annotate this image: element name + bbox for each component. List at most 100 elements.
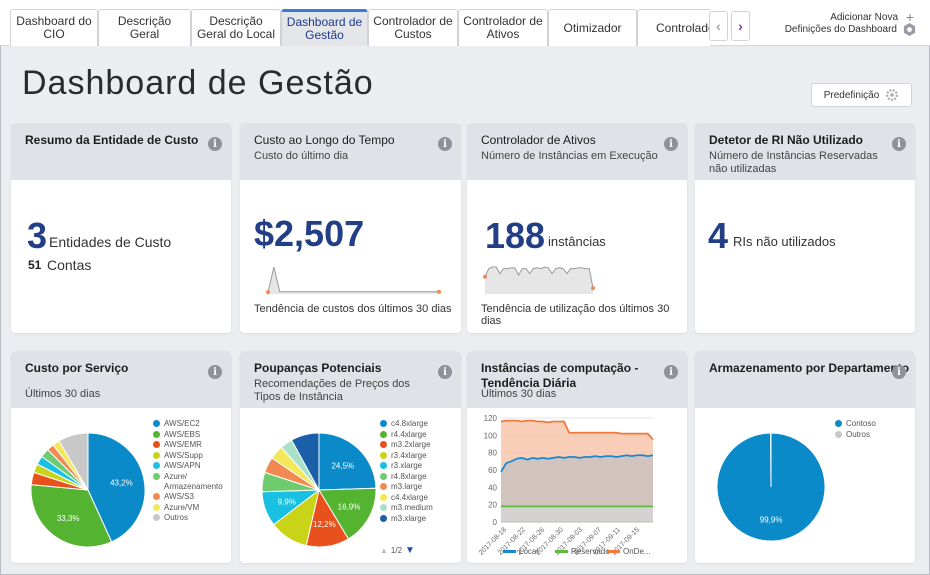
legend-item[interactable]: Contoso [835, 419, 905, 429]
pie-slice-label: 9,9% [278, 497, 296, 506]
settings-cog-icon [886, 89, 899, 101]
legend-swatch [153, 493, 160, 500]
legend-item[interactable]: m3.xlarge [380, 514, 456, 524]
legend-swatch [380, 472, 387, 480]
info-icon[interactable]: i [664, 137, 678, 151]
info-icon[interactable]: i [208, 365, 222, 379]
legend-item[interactable]: r4.8xlarge [380, 472, 456, 482]
unused-ri-count: 4 [708, 215, 729, 256]
tab-label: Dashboard de Gestão [286, 15, 363, 42]
sparkline-area [268, 267, 439, 294]
y-tick-label: 100 [484, 431, 498, 440]
legend-item[interactable]: m3.large [380, 482, 456, 492]
info-icon[interactable]: i [892, 365, 906, 379]
legend-item[interactable]: AWS/Supp [153, 451, 229, 461]
legend-item[interactable]: AWS/EBS [153, 430, 229, 440]
preset-button[interactable]: Predefinição [811, 83, 912, 107]
card-title: Armazenamento por Departamento [709, 361, 910, 375]
tab-scroll-right-button[interactable]: › [731, 11, 750, 41]
unused-ri-label: RIs não utilizados [733, 234, 836, 249]
legend-label: AWS/EMR [164, 440, 202, 449]
tab-management-dashboard[interactable]: Dashboard de Gestão [281, 9, 368, 46]
legend-label: m3.medium [391, 503, 433, 512]
legend-swatch [153, 451, 160, 459]
y-tick-label: 60 [488, 466, 497, 475]
tab-overview[interactable]: Descrição Geral [98, 9, 191, 46]
legend-item[interactable]: AWS/S3 [153, 492, 229, 502]
dashboard-settings-link[interactable]: Definições do Dashboard [785, 23, 916, 36]
tab-scroll-left-button[interactable]: ‹ [709, 11, 728, 41]
legend-item[interactable]: c4.8xlarge [380, 419, 456, 429]
pager-down-icon[interactable]: ▼ [405, 545, 415, 556]
card-storage-by-department: Armazenamento por Departamento i 99,9% C… [695, 351, 915, 563]
card-cost-over-time: Custo ao Longo do Tempo Custo do último … [240, 123, 461, 333]
legend-item[interactable]: m3.medium [380, 503, 456, 513]
legend-label: r4.8xlarge [391, 471, 427, 481]
card-subtitle: Últimos 30 dias [25, 388, 101, 400]
tab-label: Descrição Geral do Local [196, 14, 276, 41]
info-icon[interactable]: i [208, 137, 222, 151]
info-icon[interactable]: i [438, 137, 452, 151]
legend-item[interactable]: AWS/EMR [153, 440, 229, 450]
tab-optimizer[interactable]: Otimizador [548, 9, 637, 46]
legend-item[interactable]: AWS/EC2 [153, 419, 229, 429]
chevron-left-icon: ‹ [716, 18, 721, 34]
legend-item[interactable]: Outros [153, 513, 229, 523]
tab-label: Controlador [656, 20, 710, 35]
tab-cio-dashboard[interactable]: Dashboard do CIO [10, 9, 98, 46]
compute-trend-area-chart: 0204060801001202017-08-182017-08-222017-… [478, 414, 654, 557]
legend-item[interactable]: r4.4xlarge [380, 430, 456, 440]
cost-trend-sparkline [266, 266, 441, 295]
info-icon[interactable]: i [892, 137, 906, 151]
legend-swatch [153, 441, 160, 448]
last-day-cost: $2,507 [254, 213, 365, 254]
legend-swatch [380, 441, 387, 448]
pie-slice-label: 33,3% [57, 514, 80, 523]
legend-label: Azure/ Armazenamento [164, 471, 223, 491]
legend-swatch [380, 462, 387, 469]
legend-label: Outros [164, 513, 189, 522]
legend-swatch [153, 503, 160, 511]
legend-item[interactable]: Azure/ Armazenamento [153, 472, 229, 492]
card-subtitle: Últimos 30 dias [481, 388, 557, 400]
legend-swatch [607, 550, 620, 553]
storage-by-department-pie-chart: 99,9% [716, 432, 826, 542]
legend-swatch [380, 451, 387, 459]
card-header [11, 123, 231, 180]
legend-item[interactable]: AWS/APN [153, 461, 229, 471]
pager-up-icon[interactable]: ▲ [380, 546, 388, 555]
legend-item[interactable]: r3.4xlarge [380, 451, 456, 461]
legend-item[interactable]: r3.xlarge [380, 461, 456, 471]
preset-label: Predefinição [823, 89, 880, 101]
tab-label: Controlador de Custos [373, 14, 453, 41]
account-count: 51 [28, 258, 42, 272]
tab-site-overview[interactable]: Descrição Geral do Local [191, 9, 281, 46]
info-icon[interactable]: i [438, 365, 452, 379]
legend-item[interactable]: Azure/VM [153, 503, 229, 513]
cost-by-service-pie-chart: 43,2% 33,3% [30, 432, 146, 548]
legend-label: r4.4xlarge [391, 429, 427, 439]
pager-label: 1/2 [390, 546, 403, 555]
tab-label: Descrição Geral [117, 14, 172, 41]
card-subtitle: Recomendações de Preços dos Tipos de Ins… [254, 378, 410, 403]
sparkline-start-point [266, 290, 270, 295]
pie-slice-label: 12,2% [313, 520, 336, 529]
card-title: Controlador de Ativos [481, 133, 596, 147]
tab-controller[interactable]: Controlador [637, 9, 710, 46]
y-tick-label: 40 [488, 483, 497, 492]
legend-item[interactable]: Outros [835, 430, 905, 440]
running-instances-count: 188 [485, 215, 546, 256]
legend-item[interactable]: c4.4xlarge [380, 493, 456, 503]
info-icon[interactable]: i [664, 365, 678, 379]
legend-swatch [380, 493, 387, 501]
sparkline-line [267, 266, 439, 293]
legend-swatch [153, 430, 160, 438]
potential-savings-legend: c4.8xlarge r4.4xlarge m3.2xlarge r3.4xlarge… [380, 419, 456, 524]
legend-swatch [380, 504, 387, 511]
legend-swatch [153, 514, 160, 521]
tab-asset-controller[interactable]: Controlador de Ativos [458, 9, 548, 46]
usage-trend-label: Tendência de utilização dos últimos 30 d… [481, 303, 670, 327]
gear-icon [903, 23, 916, 36]
tab-cost-controller[interactable]: Controlador de Custos [368, 9, 458, 46]
legend-item[interactable]: m3.2xlarge [380, 440, 456, 450]
